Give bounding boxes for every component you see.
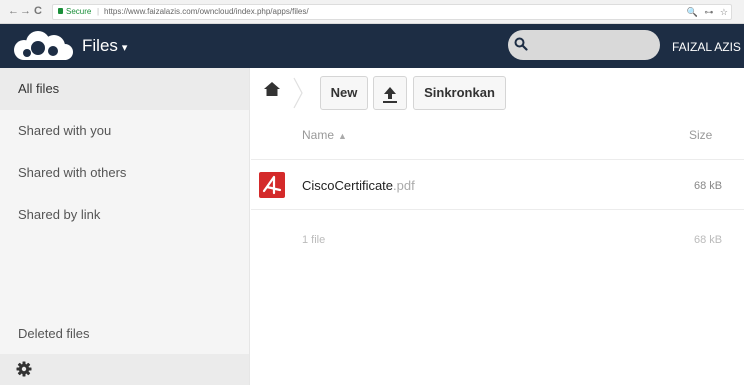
- file-basename: CiscoCertificate: [302, 178, 394, 193]
- summary-file-count: 1 file: [302, 234, 326, 246]
- search-input[interactable]: [508, 30, 660, 60]
- forward-button[interactable]: →: [20, 4, 31, 18]
- gear-icon: [16, 361, 32, 382]
- app-header: Files ▾ FAIZAL AZIS: [0, 24, 744, 68]
- divider: [251, 159, 744, 160]
- pdf-file-icon[interactable]: [259, 172, 285, 203]
- app-menu[interactable]: Files ▾: [82, 36, 127, 58]
- url-text[interactable]: https://www.faizalazis.com/owncloud/inde…: [104, 5, 309, 19]
- sidebar-item-all-files[interactable]: All files: [0, 68, 249, 110]
- divider: [251, 209, 744, 210]
- user-menu[interactable]: FAIZAL AZIS: [672, 40, 741, 54]
- column-header-name[interactable]: Name ▲: [302, 128, 347, 143]
- back-button[interactable]: ←: [8, 4, 19, 18]
- app-title: Files: [82, 36, 118, 55]
- cloud-logo-icon[interactable]: [10, 30, 74, 67]
- sort-ascending-icon: ▲: [338, 131, 347, 141]
- sidebar-item-shared-with-you[interactable]: Shared with you: [0, 110, 249, 152]
- upload-icon: [382, 84, 398, 116]
- sidebar-item-shared-by-link[interactable]: Shared by link: [0, 194, 249, 236]
- lock-icon: [58, 8, 63, 14]
- browser-toolbar: ← → C Secure | https://www.faizalazis.co…: [0, 0, 744, 24]
- secure-label: Secure: [66, 7, 92, 16]
- chevron-down-icon: ▾: [121, 42, 128, 54]
- reload-button[interactable]: C: [34, 4, 42, 18]
- file-size: 68 kB: [694, 180, 723, 192]
- sidebar: All files Shared with you Shared with ot…: [0, 68, 250, 385]
- sync-button[interactable]: Sinkronkan: [413, 76, 506, 110]
- settings-button[interactable]: [0, 354, 249, 385]
- column-name-label: Name: [302, 128, 335, 142]
- browser-action-icons[interactable]: 🔍 ⊶ ☆: [687, 5, 730, 19]
- summary-total-size: 68 kB: [694, 234, 723, 246]
- sidebar-item-deleted-files[interactable]: Deleted files: [0, 313, 249, 355]
- file-name[interactable]: CiscoCertificate.pdf: [302, 178, 415, 194]
- search-icon: [514, 37, 528, 56]
- breadcrumb-separator-icon: [292, 76, 304, 115]
- sidebar-item-shared-with-others[interactable]: Shared with others: [0, 152, 249, 194]
- upload-button[interactable]: [373, 76, 407, 110]
- file-extension: .pdf: [393, 178, 415, 193]
- column-header-size[interactable]: Size: [689, 128, 712, 142]
- new-button[interactable]: New: [320, 76, 368, 110]
- url-separator: |: [97, 7, 100, 16]
- home-icon[interactable]: [264, 82, 280, 101]
